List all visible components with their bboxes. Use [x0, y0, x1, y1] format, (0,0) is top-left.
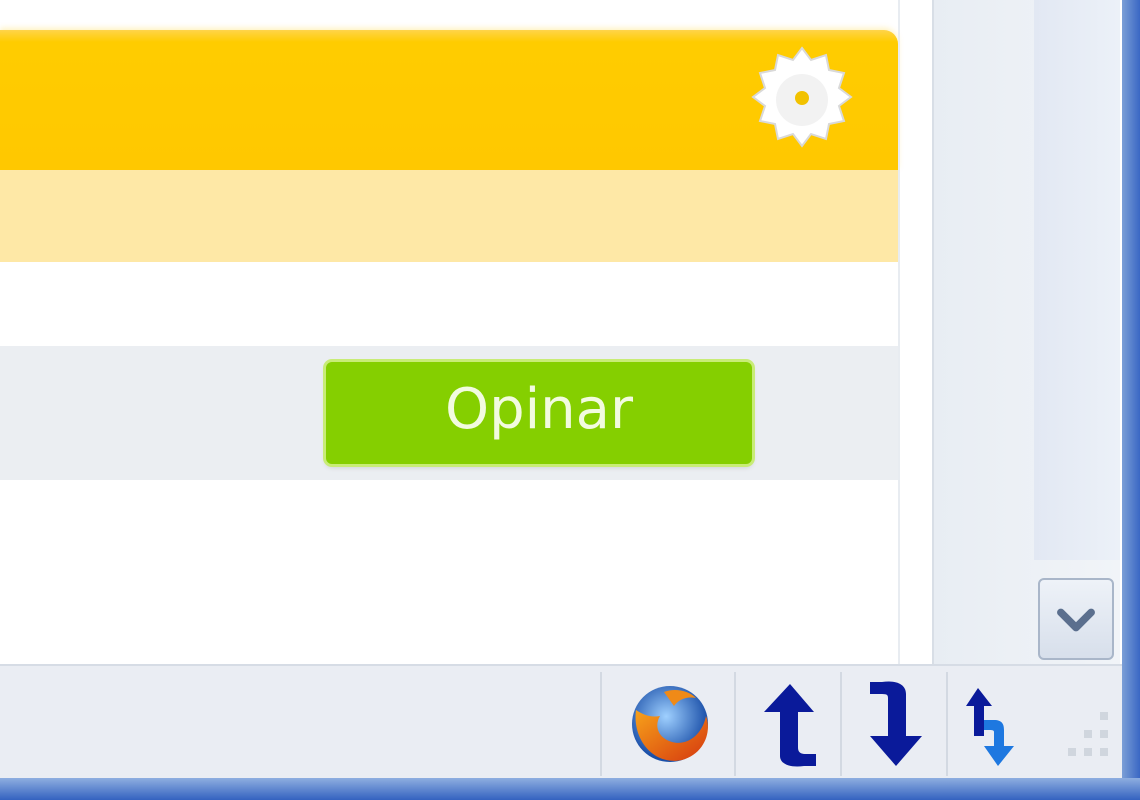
firefox-icon[interactable]	[624, 680, 716, 768]
status-cell-firefox	[600, 672, 734, 776]
status-cell-sync	[946, 672, 1034, 776]
page-content: Opinar	[0, 0, 932, 664]
status-cell-download	[840, 672, 948, 776]
subheader-band	[0, 170, 898, 262]
download-arrow-icon[interactable]	[862, 680, 930, 768]
vertical-scrollbar[interactable]	[932, 0, 1120, 664]
gear-icon[interactable]	[742, 40, 862, 160]
window-frame-right	[1122, 0, 1140, 800]
content-divider	[898, 0, 900, 664]
chevron-down-icon	[1057, 608, 1095, 632]
content-row	[0, 262, 898, 346]
sync-arrows-icon[interactable]	[964, 680, 1022, 768]
resize-grip-icon[interactable]	[1060, 704, 1116, 770]
opinar-button[interactable]: Opinar	[326, 362, 752, 464]
scroll-thumb[interactable]	[1034, 0, 1120, 560]
window-frame-bottom	[0, 778, 1140, 800]
upload-arrow-icon[interactable]	[756, 680, 824, 768]
orange-header-bar	[0, 30, 898, 170]
scroll-down-button[interactable]	[1038, 578, 1114, 660]
status-bar	[0, 664, 1122, 780]
status-cell-upload	[734, 672, 842, 776]
